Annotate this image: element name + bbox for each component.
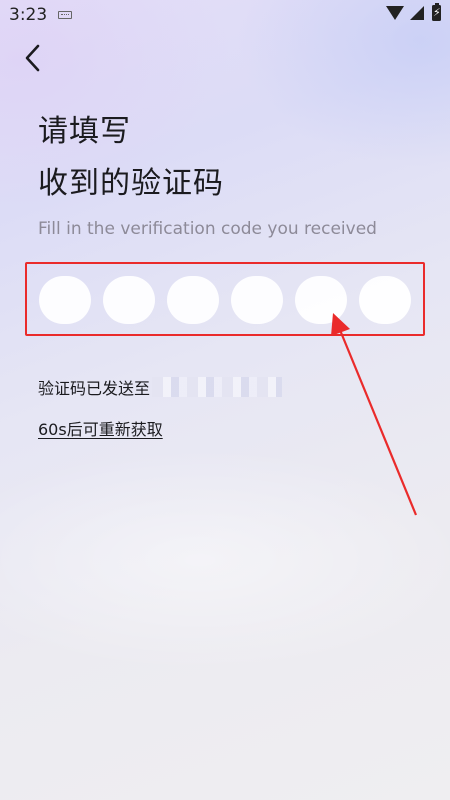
code-sent-info: 验证码已发送至: [38, 375, 283, 399]
code-digit-input-1[interactable]: [39, 276, 91, 324]
page-title-line-1: 请填写: [38, 114, 131, 149]
code-digit-input-6[interactable]: [359, 276, 411, 324]
resend-code-link[interactable]: 60s后可重新获取: [38, 416, 163, 440]
code-digit-input-5[interactable]: [295, 276, 347, 324]
signal-icon: [410, 6, 424, 20]
code-digit-input-2[interactable]: [103, 276, 155, 324]
status-time: 3:23: [9, 5, 48, 25]
code-sent-label: 验证码已发送至: [38, 379, 151, 398]
status-bar: 3:23 ⚡: [0, 0, 450, 30]
battery-charging-icon: ⚡: [432, 3, 441, 21]
wifi-icon: [386, 6, 404, 20]
masked-phone-number: [152, 377, 283, 397]
page-subtitle: Fill in the verification code you receiv…: [38, 219, 377, 239]
code-digit-input-3[interactable]: [167, 276, 219, 324]
page-title-line-2: 收到的验证码: [38, 166, 224, 201]
chevron-left-icon: [25, 44, 40, 72]
back-button[interactable]: [16, 40, 52, 76]
code-digit-input-4[interactable]: [231, 276, 283, 324]
keyboard-icon: [58, 11, 72, 19]
